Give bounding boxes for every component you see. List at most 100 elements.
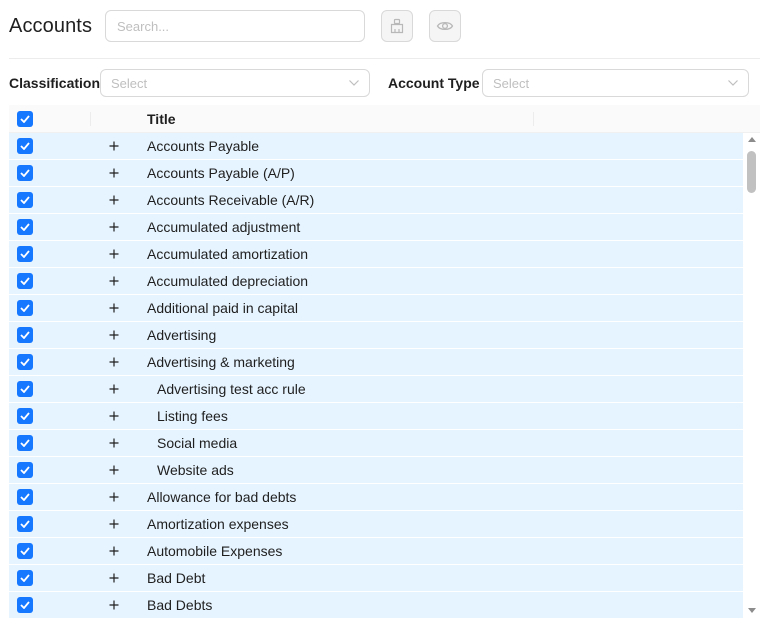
row-checkbox[interactable]	[17, 516, 33, 532]
table-row[interactable]: Bad Debt	[9, 565, 743, 592]
table-row[interactable]: Advertising & marketing	[9, 349, 743, 376]
table-row[interactable]: Accumulated adjustment	[9, 214, 743, 241]
expand-row-button[interactable]	[107, 436, 121, 450]
accounts-table: Title Accounts Payable Accounts Payable (…	[9, 105, 760, 619]
clear-filters-button[interactable]	[381, 10, 413, 42]
expand-row-button[interactable]	[107, 166, 121, 180]
row-checkbox[interactable]	[17, 327, 33, 343]
check-icon	[20, 466, 30, 474]
expand-row-button[interactable]	[107, 247, 121, 261]
check-icon	[20, 574, 30, 582]
check-icon	[20, 142, 30, 150]
check-icon	[20, 115, 30, 123]
table-row[interactable]: Social media	[9, 430, 743, 457]
row-checkbox[interactable]	[17, 219, 33, 235]
expand-row-button[interactable]	[107, 409, 121, 423]
row-checkbox[interactable]	[17, 597, 33, 613]
table-row[interactable]: Bad Debts	[9, 592, 743, 619]
table-row[interactable]: Accounts Payable	[9, 133, 743, 160]
expand-row-button[interactable]	[107, 193, 121, 207]
expand-row-button[interactable]	[107, 328, 121, 342]
plus-icon	[109, 600, 119, 610]
row-title: Accumulated adjustment	[147, 219, 301, 235]
check-icon	[20, 493, 30, 501]
plus-icon	[109, 438, 119, 448]
table-row[interactable]: Website ads	[9, 457, 743, 484]
row-checkbox[interactable]	[17, 543, 33, 559]
table-row[interactable]: Additional paid in capital	[9, 295, 743, 322]
row-checkbox[interactable]	[17, 246, 33, 262]
table-row[interactable]: Automobile Expenses	[9, 538, 743, 565]
expand-row-button[interactable]	[107, 490, 121, 504]
table-row[interactable]: Accounts Payable (A/P)	[9, 160, 743, 187]
expand-row-button[interactable]	[107, 598, 121, 612]
row-checkbox[interactable]	[17, 435, 33, 451]
table-row[interactable]: Allowance for bad debts	[9, 484, 743, 511]
row-checkbox[interactable]	[17, 273, 33, 289]
row-title: Allowance for bad debts	[147, 489, 297, 505]
row-checkbox[interactable]	[17, 408, 33, 424]
expand-row-button[interactable]	[107, 463, 121, 477]
check-icon	[20, 520, 30, 528]
classification-select[interactable]: Select	[100, 69, 370, 97]
row-checkbox[interactable]	[17, 300, 33, 316]
row-checkbox[interactable]	[17, 381, 33, 397]
row-checkbox[interactable]	[17, 138, 33, 154]
plus-icon	[109, 384, 119, 394]
table-row[interactable]: Accumulated depreciation	[9, 268, 743, 295]
scroll-down-arrow[interactable]	[748, 608, 756, 613]
plus-icon	[109, 249, 119, 259]
expand-row-button[interactable]	[107, 274, 121, 288]
row-title: Advertising test acc rule	[157, 381, 306, 397]
classification-label: Classification	[9, 75, 101, 91]
table-body: Accounts Payable Accounts Payable (A/P) Ac…	[9, 133, 743, 619]
row-title: Accumulated amortization	[147, 246, 309, 262]
row-checkbox[interactable]	[17, 570, 33, 586]
expand-row-button[interactable]	[107, 571, 121, 585]
select-all-checkbox[interactable]	[17, 111, 33, 127]
check-icon	[20, 304, 30, 312]
plus-icon	[109, 330, 119, 340]
row-checkbox[interactable]	[17, 462, 33, 478]
table-row[interactable]: Accounts Receivable (A/R)	[9, 187, 743, 214]
row-checkbox[interactable]	[17, 489, 33, 505]
expand-row-button[interactable]	[107, 355, 121, 369]
title-column-header[interactable]: Title	[147, 111, 176, 127]
row-checkbox[interactable]	[17, 354, 33, 370]
check-icon	[20, 250, 30, 258]
table-row[interactable]: Amortization expenses	[9, 511, 743, 538]
table-row[interactable]: Advertising test acc rule	[9, 376, 743, 403]
plus-icon	[109, 546, 119, 556]
expand-row-button[interactable]	[107, 301, 121, 315]
scroll-up-arrow[interactable]	[748, 137, 756, 142]
expand-row-button[interactable]	[107, 382, 121, 396]
check-icon	[20, 439, 30, 447]
plus-icon	[109, 411, 119, 421]
row-title: Advertising	[147, 327, 217, 343]
expand-row-button[interactable]	[107, 544, 121, 558]
row-title: Advertising & marketing	[147, 354, 295, 370]
row-title: Accounts Payable (A/P)	[147, 165, 295, 181]
column-separator	[533, 112, 534, 126]
toggle-view-button[interactable]	[429, 10, 461, 42]
eye-icon	[436, 21, 454, 31]
account-type-select[interactable]: Select	[482, 69, 749, 97]
scroll-thumb[interactable]	[747, 151, 756, 193]
expand-row-button[interactable]	[107, 517, 121, 531]
table-row[interactable]: Advertising	[9, 322, 743, 349]
row-checkbox[interactable]	[17, 165, 33, 181]
classification-placeholder: Select	[111, 75, 148, 91]
plus-icon	[109, 168, 119, 178]
table-row[interactable]: Accumulated amortization	[9, 241, 743, 268]
table-row[interactable]: Listing fees	[9, 403, 743, 430]
check-icon	[20, 196, 30, 204]
expand-row-button[interactable]	[107, 139, 121, 153]
expand-row-button[interactable]	[107, 220, 121, 234]
search-input[interactable]	[105, 10, 365, 42]
check-icon	[20, 601, 30, 609]
row-checkbox[interactable]	[17, 192, 33, 208]
check-icon	[20, 385, 30, 393]
table-scrollbar[interactable]	[745, 133, 760, 619]
plus-icon	[109, 222, 119, 232]
header-divider	[9, 58, 760, 59]
